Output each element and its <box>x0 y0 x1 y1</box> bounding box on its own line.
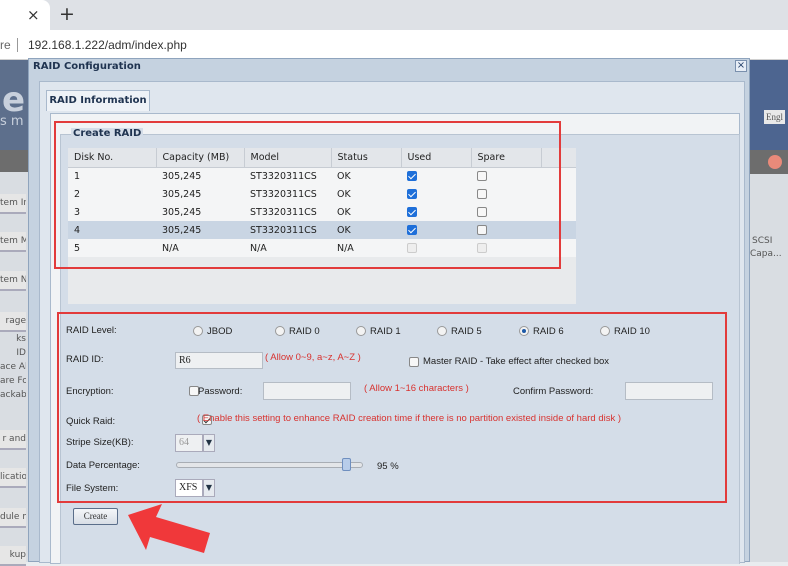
file-system-label: File System: <box>66 483 119 494</box>
sidebar-item[interactable]: tem M <box>0 232 26 252</box>
raid-id-input[interactable]: R6 <box>175 352 263 369</box>
data-percentage-slider[interactable] <box>176 458 363 471</box>
close-icon[interactable]: × <box>735 60 747 72</box>
confirm-password-label: Confirm Password: <box>513 386 594 397</box>
dialog-title: RAID Configuration <box>33 61 141 72</box>
new-tab-icon[interactable]: + <box>59 3 75 25</box>
red-arrow-annotation <box>128 504 210 553</box>
raid-level-option[interactable]: RAID 0 <box>275 326 320 337</box>
url-text[interactable]: 192.168.1.222/adm/index.php <box>28 30 187 60</box>
radio-button[interactable] <box>356 326 366 337</box>
password-label: Password: <box>198 386 243 397</box>
sidebar-item[interactable]: tem N <box>0 271 26 291</box>
radio-button[interactable] <box>275 326 285 337</box>
chevron-down-icon[interactable]: ▼ <box>203 479 215 497</box>
highlight-box-table <box>54 121 561 269</box>
raid-id-label: RAID ID: <box>66 354 104 365</box>
security-label: re <box>0 38 11 52</box>
arrow-shape <box>128 504 210 553</box>
sidebar-item[interactable]: ks <box>0 333 26 345</box>
header-right: Engl <box>750 60 788 150</box>
column-header: SCSI <box>752 236 773 246</box>
logout-icon[interactable] <box>768 155 782 169</box>
slider-handle[interactable] <box>342 458 352 471</box>
raid-id-note: ( Allow 0~9, a~z, A~Z ) <box>265 352 361 363</box>
raid-level-label: RAID 1 <box>370 326 401 337</box>
master-raid-label: Master RAID - Take effect after checked … <box>423 356 610 367</box>
radio-button[interactable] <box>193 326 203 337</box>
sidebar-item[interactable]: ace Al <box>0 361 26 373</box>
chevron-down-icon[interactable]: ▼ <box>203 434 215 452</box>
tab-raid-information[interactable]: RAID Information <box>46 90 150 111</box>
create-button[interactable]: Create <box>73 508 118 525</box>
data-percentage-label: Data Percentage: <box>66 460 140 471</box>
raid-level-label: RAID 5 <box>451 326 482 337</box>
master-raid-checkbox[interactable] <box>409 357 419 367</box>
browser-tab-bar: × + <box>0 0 788 30</box>
confirm-password-input[interactable] <box>625 382 713 400</box>
stripe-size-select[interactable]: 64 <box>175 434 203 452</box>
raid-level-option[interactable]: RAID 6 <box>519 326 564 337</box>
language-select[interactable]: Engl <box>764 110 785 124</box>
radio-button[interactable] <box>600 326 610 337</box>
sidebar-item[interactable]: ackabl <box>0 389 26 401</box>
stripe-size-label: Stripe Size(KB): <box>66 437 134 448</box>
highlight-box-form <box>57 312 727 503</box>
quick-raid-note: ( Enable this setting to enhance RAID cr… <box>197 413 622 424</box>
divider <box>17 38 18 52</box>
raid-level-option[interactable]: RAID 5 <box>437 326 482 337</box>
radio-button[interactable] <box>437 326 447 337</box>
sidebar-item[interactable]: rage <box>0 312 26 332</box>
sidebar-item[interactable]: dule m <box>0 508 26 528</box>
raid-level-option[interactable]: JBOD <box>193 326 232 337</box>
radio-button[interactable] <box>519 326 529 337</box>
logo-sub: s m <box>0 114 24 129</box>
sidebar-item[interactable]: tem Ir <box>0 194 26 214</box>
sidebar-item[interactable]: r and <box>0 430 26 450</box>
column-header: Capa... <box>750 249 782 259</box>
sidebar-header <box>0 150 28 172</box>
raid-level-option[interactable]: RAID 10 <box>600 326 650 337</box>
sidebar-item[interactable]: are Fo <box>0 375 26 387</box>
raid-level-label: RAID Level: <box>66 325 117 336</box>
data-percentage-value: 95 % <box>377 461 399 472</box>
password-input[interactable] <box>263 382 351 400</box>
raid-level-option[interactable]: RAID 1 <box>356 326 401 337</box>
raid-level-label: RAID 0 <box>289 326 320 337</box>
raid-level-label: JBOD <box>207 326 233 337</box>
file-system-select[interactable]: XFS <box>175 479 203 497</box>
password-note: ( Allow 1~16 characters ) <box>364 383 469 394</box>
logo-area: e s m <box>0 60 28 150</box>
quick-raid-label: Quick Raid: <box>66 416 116 427</box>
sidebar-item[interactable]: licatio <box>0 468 26 488</box>
close-tab-icon[interactable]: × <box>27 6 40 24</box>
toolbar-right <box>750 150 788 174</box>
raid-level-label: RAID 10 <box>614 326 650 337</box>
sidebar-item[interactable]: ID <box>0 347 26 359</box>
browser-tab[interactable]: × <box>0 0 50 30</box>
encryption-label: Encryption: <box>66 386 114 397</box>
raid-level-label: RAID 6 <box>533 326 564 337</box>
address-bar[interactable]: re 192.168.1.222/adm/index.php <box>0 30 788 60</box>
sidebar-item[interactable]: kup <box>0 546 26 566</box>
